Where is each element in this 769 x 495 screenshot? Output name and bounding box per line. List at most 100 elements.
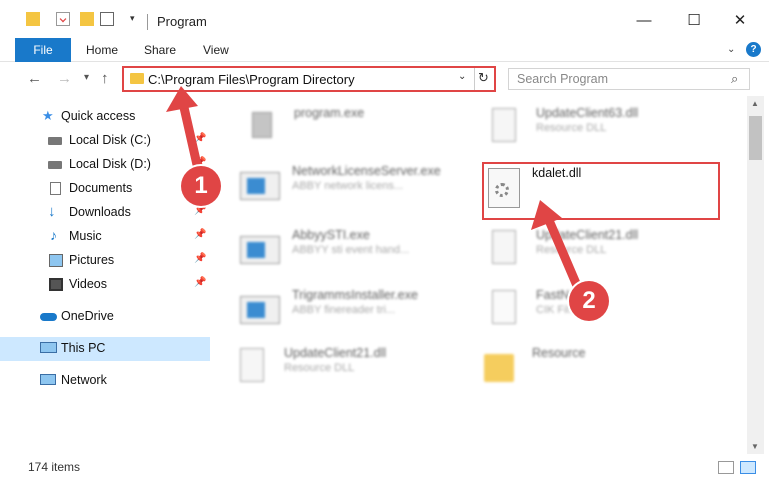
folder-icon [130, 73, 144, 84]
file-item[interactable]: TrigrammsInstaller.exe ABBY finereader t… [238, 284, 478, 334]
refresh-icon[interactable]: ↻ [478, 70, 489, 86]
app-window-icon [238, 288, 282, 328]
pin-icon[interactable]: 📌 [194, 277, 206, 288]
scroll-thumb[interactable] [749, 116, 762, 160]
file-description: ABBYY sti event hand... [292, 244, 410, 256]
forward-button[interactable]: → [57, 70, 72, 87]
file-description: Resource DLL [536, 122, 607, 134]
file-item[interactable]: Resource [478, 342, 718, 392]
app-window-icon [238, 164, 282, 204]
dll-gear-icon [486, 168, 530, 208]
new-folder-icon[interactable] [80, 12, 94, 26]
sidebar-item-documents[interactable]: Documents 📌 [0, 177, 210, 201]
sidebar-item-label: Local Disk (D:) [69, 157, 151, 171]
search-input[interactable]: Search Program ⌕ [508, 68, 750, 90]
search-icon[interactable]: ⌕ [731, 71, 738, 87]
sidebar-item-label: Network [61, 373, 107, 387]
back-button[interactable]: ← [27, 70, 42, 87]
address-path[interactable]: C:\Program Files\Program Directory [148, 72, 355, 87]
file-item[interactable]: AbbyySTI.exe ABBYY sti event hand... [238, 224, 478, 274]
document-icon [50, 182, 61, 195]
sidebar-item-label: Local Disk (C:) [69, 133, 151, 147]
pin-icon[interactable]: 📌 [194, 205, 206, 216]
properties-icon[interactable] [56, 12, 70, 26]
download-icon: ↓ [48, 203, 56, 220]
sidebar-item-local-disk-c[interactable]: Local Disk (C:) 📌 [0, 129, 210, 153]
file-name: kdalet.dll [532, 166, 582, 180]
scroll-down-icon[interactable]: ▼ [751, 442, 759, 451]
file-description: ABBY finereader tri... [292, 304, 396, 316]
large-icons-view-icon[interactable] [740, 461, 756, 474]
help-button[interactable]: ? [746, 42, 761, 57]
drive-icon [48, 161, 62, 169]
vertical-scrollbar[interactable]: ▲ ▼ [747, 96, 764, 454]
sidebar-item-label: Music [69, 229, 102, 243]
sidebar-item-downloads[interactable]: ↓ Downloads 📌 [0, 201, 210, 225]
file-name: program.exe [294, 106, 365, 120]
item-count: 174 items [28, 460, 81, 474]
sidebar-item-pictures[interactable]: Pictures 📌 [0, 249, 210, 273]
pin-icon[interactable]: 📌 [194, 133, 206, 144]
pin-icon[interactable]: 📌 [194, 229, 206, 240]
scroll-up-icon[interactable]: ▲ [751, 99, 759, 108]
search-placeholder: Search Program [517, 72, 609, 86]
sidebar-item-onedrive[interactable]: OneDrive [0, 305, 210, 329]
pin-icon[interactable]: 📌 [194, 253, 206, 264]
music-icon: ♪ [50, 227, 57, 243]
step-badge-2: 2 [569, 281, 609, 321]
ribbon: File Home Share View ⌄ ? [0, 38, 769, 62]
tab-view[interactable]: View [203, 38, 229, 62]
file-name: UpdateClient21.dll [536, 228, 639, 242]
file-item-kdalet[interactable]: kdalet.dll [486, 164, 716, 214]
file-item[interactable]: program.exe [240, 102, 460, 152]
sidebar-item-label: Quick access [61, 109, 136, 123]
sidebar-item-label: Pictures [69, 253, 115, 267]
file-item[interactable]: UpdateClient21.dll Resource DLL [232, 342, 472, 392]
tab-share[interactable]: Share [144, 38, 176, 62]
drive-icon [48, 137, 62, 145]
file-name: AbbyySTI.exe [292, 228, 370, 242]
folder-icon [478, 346, 522, 386]
tab-file[interactable]: File [15, 38, 71, 62]
chevron-down-icon[interactable]: ▾ [130, 13, 135, 24]
minimize-button[interactable]: — [624, 8, 664, 34]
customize-icon[interactable] [100, 12, 114, 26]
dll-icon [482, 228, 526, 268]
file-item[interactable]: UpdateClient63.dll Resource DLL [482, 102, 722, 152]
sidebar-item-this-pc[interactable]: This PC [0, 337, 210, 361]
sidebar-item-videos[interactable]: Videos 📌 [0, 273, 210, 297]
file-description: Resource DLL [536, 244, 607, 256]
dll-icon [482, 106, 526, 146]
sidebar-item-label: Documents [69, 181, 133, 195]
star-icon: ★ [42, 108, 54, 123]
app-window-icon [238, 228, 282, 268]
sidebar-item-label: Videos [69, 277, 107, 291]
sidebar-item-label: OneDrive [61, 309, 114, 323]
file-name: TrigrammsInstaller.exe [292, 288, 418, 302]
tab-home[interactable]: Home [86, 38, 118, 62]
file-item[interactable]: UpdateClient21.dll Resource DLL [482, 224, 722, 274]
sidebar-item-quick-access[interactable]: ★ Quick access [0, 105, 210, 129]
file-item[interactable]: NetworkLicenseServer.exe ABBY network li… [238, 160, 478, 210]
recent-locations-icon[interactable]: ▾ [84, 72, 89, 83]
close-button[interactable]: ✕ [720, 8, 760, 34]
file-description: ABBY network licens... [292, 180, 404, 192]
step-badge-1: 1 [181, 166, 221, 206]
title-bar: ▾ Program — ☐ ✕ [0, 0, 769, 40]
sidebar-item-music[interactable]: ♪ Music 📌 [0, 225, 210, 249]
maximize-button[interactable]: ☐ [674, 8, 714, 34]
sidebar-item-label: Downloads [69, 205, 131, 219]
file-name: NetworkLicenseServer.exe [292, 164, 441, 178]
file-list: program.exe UpdateClient63.dll Resource … [212, 96, 747, 454]
chevron-down-icon[interactable]: ⌄ [458, 71, 466, 82]
sidebar-item-label: This PC [61, 341, 106, 355]
sidebar-item-local-disk-d[interactable]: Local Disk (D:) 📌 [0, 153, 210, 177]
details-view-icon[interactable] [718, 461, 734, 474]
status-bar: 174 items [0, 456, 769, 478]
sidebar-item-network[interactable]: Network [0, 369, 210, 393]
up-button[interactable]: ↑ [101, 70, 109, 87]
dll-icon [232, 346, 276, 386]
expand-ribbon-icon[interactable]: ⌄ [727, 44, 735, 55]
videos-icon [49, 278, 63, 291]
address-bar[interactable]: C:\Program Files\Program Directory ⌄ ↻ [122, 66, 496, 92]
